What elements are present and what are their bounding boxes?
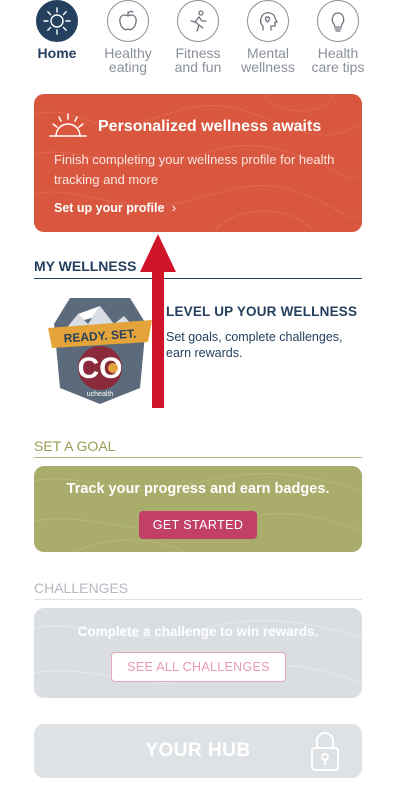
- nav-label-line1: Fitness: [175, 45, 221, 61]
- nav-label-line2: care tips: [311, 59, 365, 75]
- badge-brand: uchealth: [87, 391, 114, 398]
- nav-circle-healthy-eating: [107, 0, 149, 42]
- runner-icon: [190, 10, 207, 32]
- challenges-text: Complete a challenge to win rewards.: [77, 624, 319, 639]
- nav-circle-health-care-tips: [317, 0, 359, 42]
- nav-item-home[interactable]: Home: [22, 0, 92, 60]
- nav-item-healthy-eating[interactable]: Healthy eating: [93, 0, 163, 74]
- head-heart-icon: [259, 12, 279, 31]
- promo-title: Personalized wellness awaits: [98, 118, 322, 135]
- ready-set-co-badge: READY. SET. CO uchealth: [48, 298, 152, 404]
- set-up-profile-link[interactable]: Set up your profile ›: [54, 201, 176, 215]
- challenges-heading: CHALLENGES: [34, 580, 129, 596]
- nav-label-health-care-tips: Health care tips: [303, 46, 373, 74]
- section-divider: [34, 278, 362, 279]
- nav-label-fitness: Fitness and fun: [163, 46, 233, 74]
- set-goal-heading: SET A GOAL: [34, 438, 116, 454]
- get-started-button[interactable]: GET STARTED: [139, 511, 257, 539]
- nav-label-line2: and fun: [174, 59, 222, 75]
- nav-label-line1: Healthy: [104, 45, 152, 61]
- apple-icon: [119, 10, 137, 31]
- level-up-title: LEVEL UP YOUR WELLNESS: [166, 304, 358, 319]
- challenges-card: Complete a challenge to win rewards. SEE…: [34, 608, 362, 698]
- nav-circle-fitness: [177, 0, 219, 42]
- nav-label-healthy-eating: Healthy eating: [93, 46, 163, 74]
- nav-label-home: Home: [37, 45, 77, 61]
- set-goal-card: Track your progress and earn badges. GET…: [34, 466, 362, 552]
- set-goal-text: Track your progress and earn badges.: [66, 481, 330, 497]
- sun-icon: [49, 113, 87, 137]
- sun-icon: [43, 7, 71, 35]
- chevron-right-icon: ›: [171, 201, 177, 215]
- your-hub-card[interactable]: YOUR HUB: [34, 724, 362, 778]
- top-nav: Home Healthy eating Fitness and fun Ment…: [0, 0, 400, 84]
- promo-text: Finish completing your wellness profile …: [54, 152, 335, 187]
- nav-label-line2: wellness: [241, 59, 295, 75]
- nav-circle-mental-wellness: [247, 0, 289, 42]
- lock-icon: [311, 732, 339, 771]
- nav-label-line1: Mental: [246, 45, 290, 61]
- level-up-description: Set goals, complete challenges, earn rew…: [166, 330, 343, 360]
- topo-pattern: [34, 473, 362, 552]
- nav-item-fitness[interactable]: Fitness and fun: [163, 0, 233, 74]
- my-wellness-heading: MY WELLNESS: [34, 258, 137, 274]
- nav-circle-home: [36, 0, 78, 42]
- nav-label-line2: eating: [108, 59, 148, 75]
- see-all-challenges-button[interactable]: SEE ALL CHALLENGES: [111, 652, 286, 682]
- wellness-profile-card[interactable]: Personalized wellness awaits Finish comp…: [34, 94, 362, 232]
- section-divider: [34, 457, 362, 458]
- section-divider: [34, 599, 362, 600]
- nav-label-mental-wellness: Mental wellness: [233, 46, 303, 74]
- nav-item-mental-wellness[interactable]: Mental wellness: [233, 0, 303, 74]
- set-up-profile-label: Set up your profile: [54, 201, 165, 215]
- nav-label-line1: Health: [317, 45, 359, 61]
- red-arrow-up-icon: [140, 234, 176, 408]
- lightbulb-icon: [331, 12, 345, 32]
- nav-item-health-care-tips[interactable]: Health care tips: [303, 0, 373, 74]
